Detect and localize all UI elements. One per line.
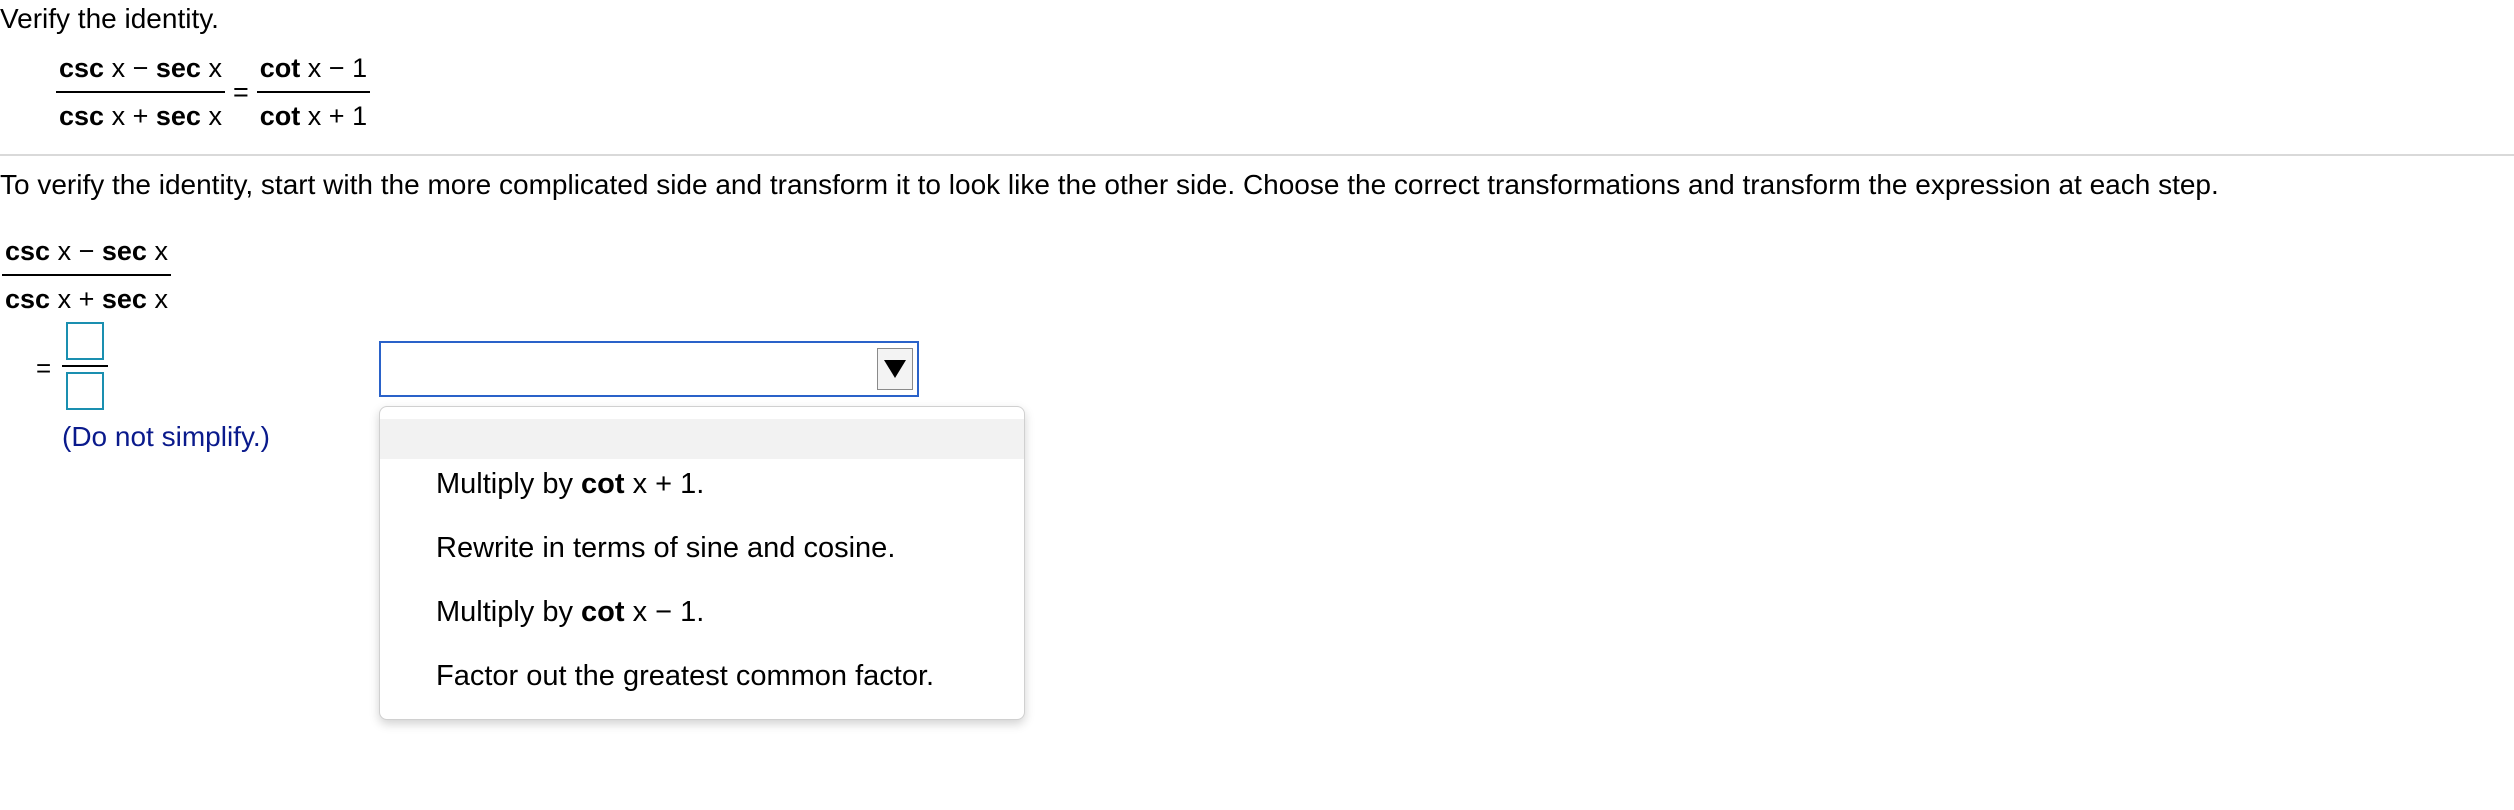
menu-option-rewrite-sine-cosine[interactable]: Rewrite in terms of sine and cosine. (436, 531, 895, 565)
menu-option-multiply-cot-minus-1[interactable]: Multiply by cot x − 1. (436, 595, 704, 629)
work-denominator: csc x + sec x (5, 284, 168, 314)
equals-sign: = (232, 77, 249, 107)
hint-text: (Do not simplify.) (62, 421, 270, 452)
rhs-numerator: cot x − 1 (259, 53, 368, 83)
rhs-denominator: cot x + 1 (259, 101, 368, 131)
menu-option-multiply-cot-plus-1[interactable]: Multiply by cot x + 1. (436, 467, 704, 501)
dropdown-menu: Multiply by cot x + 1. Rewrite in terms … (379, 406, 1025, 720)
section-divider (0, 154, 2514, 156)
menu-option-factor-gcf[interactable]: Factor out the greatest common factor. (436, 659, 934, 693)
fraction-bar (56, 91, 225, 93)
answer-fraction-bar (62, 365, 108, 367)
work-expression: csc x − sec x csc x + sec x (2, 234, 171, 316)
menu-item-blank[interactable] (380, 419, 1024, 459)
fraction-bar (256, 91, 371, 93)
answer-fraction (62, 322, 108, 410)
triangle-down-icon (884, 360, 906, 378)
identity: csc x − sec x csc x + sec x = cot x − 1 … (56, 51, 371, 133)
problem-title: Verify the identity. (0, 3, 219, 34)
numerator-input[interactable] (66, 322, 104, 360)
lhs-numerator: csc x − sec x (59, 53, 222, 83)
work-numerator: csc x − sec x (5, 236, 168, 266)
dropdown-arrow-button[interactable] (877, 348, 913, 390)
denominator-input[interactable] (66, 372, 104, 410)
transformation-select[interactable] (379, 341, 919, 397)
identity-lhs: csc x − sec x csc x + sec x (56, 51, 225, 133)
instructions-text: To verify the identity, start with the m… (0, 169, 2219, 200)
identity-rhs: cot x − 1 cot x + 1 (256, 51, 371, 133)
answer-equals-sign: = (36, 353, 52, 383)
fraction-bar (2, 274, 171, 276)
lhs-denominator: csc x + sec x (59, 101, 222, 131)
